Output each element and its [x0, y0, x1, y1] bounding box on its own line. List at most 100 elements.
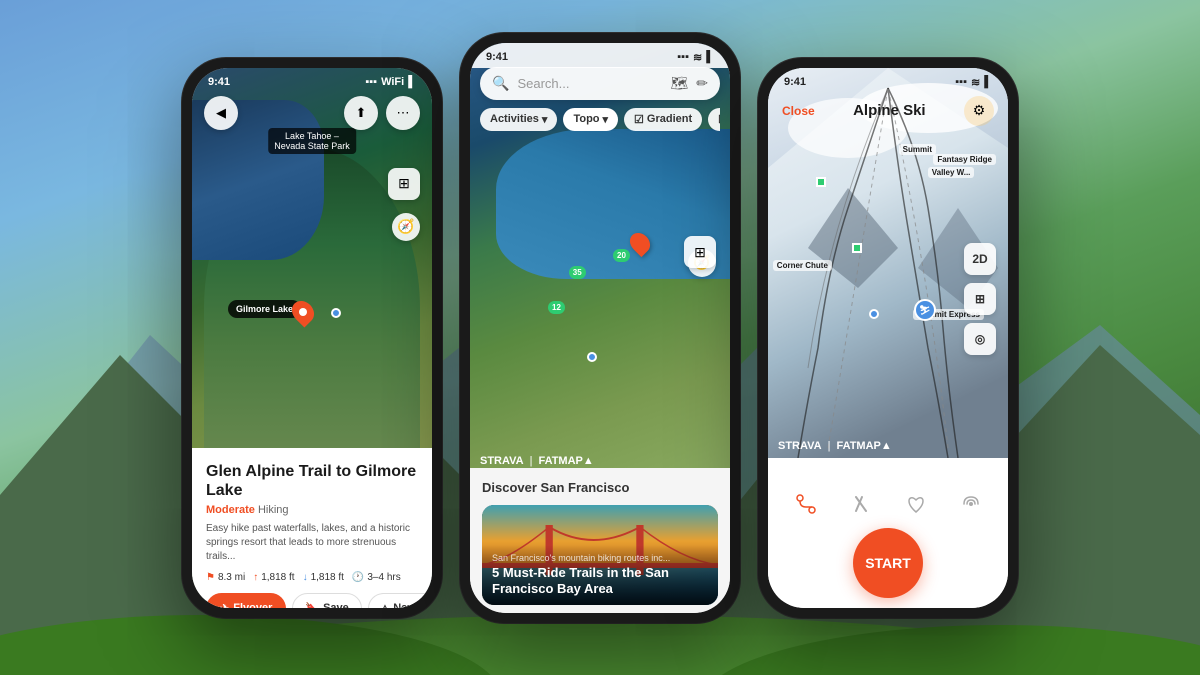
search-icon: 🔍 — [492, 75, 509, 92]
gradient-check-icon: ☑ — [634, 113, 644, 126]
phone-left: 9:41 ▪▪▪ WiFi ▌ ◀ ⬆ ⋯ — [182, 58, 442, 618]
time-center: 9:41 — [486, 51, 508, 63]
discover-title: Discover San Francisco — [482, 480, 718, 495]
trail-dot-left — [331, 308, 341, 318]
ski-area-marker: ⛷ — [914, 299, 936, 321]
activities-label: Activities — [490, 113, 539, 125]
trail-type: Moderate Hiking — [206, 504, 418, 516]
discover-panel: Discover San Francisco — [470, 468, 730, 613]
ski-label-summit: Summit — [899, 144, 936, 155]
battery-center: ▌ — [706, 51, 714, 63]
trail-difficulty: Moderate — [206, 504, 255, 516]
phone-center: 9:41 ▪▪▪ ≋ ▌ 🔍 Search... 🗺 ✏ — [460, 33, 740, 623]
trail-description: Easy hike past waterfalls, lakes, and a … — [206, 522, 418, 564]
start-button[interactable]: START — [853, 528, 923, 598]
search-bar[interactable]: 🔍 Search... 🗺 ✏ — [480, 67, 720, 100]
back-button-left[interactable]: ◀ — [204, 96, 238, 130]
ski-dot-2 — [852, 243, 862, 253]
elevation-up-value: 1,818 ft — [261, 572, 294, 583]
tab-route[interactable] — [792, 490, 820, 518]
status-bar-left: 9:41 ▪▪▪ WiFi ▌ — [192, 68, 432, 92]
save-button[interactable]: 🔖 Save — [292, 593, 361, 608]
phones-container: 9:41 ▪▪▪ WiFi ▌ ◀ ⬆ ⋯ — [0, 0, 1200, 675]
lifts-check-icon: ☑ — [718, 113, 720, 126]
chevron-down-icon: ▾ — [542, 113, 548, 126]
tab-ski[interactable] — [847, 490, 875, 518]
layers-button-center[interactable]: ⊞ — [684, 236, 716, 268]
time-right: 9:41 — [784, 76, 806, 88]
map-icon: 🗺 — [670, 75, 688, 92]
filter-gradient[interactable]: ☑ Gradient — [624, 108, 702, 131]
filter-topo[interactable]: Topo ▾ — [563, 108, 618, 131]
flyover-button[interactable]: ✈ Flyover — [206, 593, 286, 608]
compass-left[interactable]: 🧭 — [392, 213, 420, 241]
ski-dot-blue — [869, 309, 879, 319]
strava-text-center: STRAVA — [480, 455, 524, 467]
strava-logo-right: STRAVA | FATMAP▲ — [778, 440, 892, 452]
more-button[interactable]: ⋯ — [386, 96, 420, 130]
stat-time: 🕐 3–4 hrs — [352, 572, 401, 583]
trail-info-panel: Glen Alpine Trail to Gilmore Lake Modera… — [192, 448, 432, 608]
pin-green-3: 12 — [548, 301, 565, 314]
signal-center: ▪▪▪ — [677, 51, 689, 63]
filter-row: Activities ▾ Topo ▾ ☑ Gradient ☑ — [480, 108, 720, 131]
location-button-right[interactable]: ◎ — [964, 323, 996, 355]
elevation-down-value: 1,818 ft — [311, 572, 344, 583]
tab-favorites[interactable] — [902, 490, 930, 518]
time-value: 3–4 hrs — [367, 572, 400, 583]
home-indicator-left — [282, 612, 342, 616]
map-label: Lake Tahoe – Nevada State Park — [268, 128, 356, 154]
trail-title: Glen Alpine Trail to Gilmore Lake — [206, 462, 418, 500]
trail-stats: ⚑ 8.3 mi ↑ 1,818 ft ↓ 1,818 ft 🕐 3–4 hrs — [206, 572, 418, 583]
search-input[interactable]: Search... — [517, 76, 662, 91]
filter-lifts[interactable]: ☑ Li... — [708, 108, 720, 131]
pin-green-1: 35 — [569, 266, 586, 279]
battery-left: ▌ — [408, 76, 416, 88]
strava-text-right: STRAVA — [778, 440, 822, 452]
phone-right: 9:41 ▪▪▪ ≋ ▌ Close Alpine Ski ⚙ — [758, 58, 1018, 618]
battery-right: ▌ — [984, 76, 992, 88]
start-button-row: START — [768, 528, 1008, 602]
down-arrow-icon: ↓ — [303, 572, 308, 583]
map-right: 9:41 ▪▪▪ ≋ ▌ Close Alpine Ski ⚙ — [768, 68, 1008, 458]
tab-signal[interactable] — [957, 490, 985, 518]
gradient-label: Gradient — [647, 113, 692, 125]
heart-icon — [905, 493, 927, 515]
phone-right-inner: 9:41 ▪▪▪ ≋ ▌ Close Alpine Ski ⚙ — [768, 68, 1008, 608]
stat-distance: ⚑ 8.3 mi — [206, 572, 245, 583]
bookmark-icon: 🔖 — [305, 602, 319, 608]
settings-button[interactable]: ⚙ — [964, 96, 994, 126]
distance-value: 8.3 mi — [218, 572, 245, 583]
ski-header: Close Alpine Ski ⚙ — [768, 96, 1008, 126]
layers-button-left[interactable]: ⊞ — [388, 168, 420, 200]
navigate-icon: △ — [381, 602, 389, 608]
status-bar-center: 9:41 ▪▪▪ ≋ ▌ — [470, 43, 730, 68]
clock-icon: 🕐 — [352, 572, 364, 583]
wifi-right: ≋ — [971, 76, 980, 89]
topo-chevron-icon: ▾ — [603, 113, 609, 126]
gear-icon: ⚙ — [973, 102, 986, 119]
close-button[interactable]: Close — [782, 104, 815, 118]
wifi-left: WiFi — [381, 76, 404, 88]
status-icons-right: ▪▪▪ ≋ ▌ — [955, 76, 992, 89]
hike-icon: ⚑ — [206, 572, 215, 583]
discover-city-name: San Francisco — [541, 480, 630, 495]
up-arrow-icon: ↑ — [253, 572, 258, 583]
share-button[interactable]: ⬆ — [344, 96, 378, 130]
status-bar-right: 9:41 ▪▪▪ ≋ ▌ — [768, 68, 1008, 93]
card-title: 5 Must-Ride Trails in the San Francisco … — [492, 565, 708, 596]
navigate-button[interactable]: △ Navigate — [368, 593, 432, 608]
strava-logo-center: STRAVA | FATMAP▲ — [480, 455, 594, 467]
trail-bubble-left: Gilmore Lake — [228, 300, 301, 318]
search-header: 🔍 Search... 🗺 ✏ Activities ▾ Topo ▾ — [470, 67, 730, 131]
ski-title: Alpine Ski — [853, 102, 926, 119]
2d-button[interactable]: 2D — [964, 243, 996, 275]
ski-label-corner: Corner Chute — [773, 260, 832, 271]
layers-button-right[interactable]: ⊞ — [964, 283, 996, 315]
stat-elevation-down: ↓ 1,818 ft — [303, 572, 344, 583]
discover-card[interactable]: San Francisco's mountain biking routes i… — [482, 505, 718, 605]
pencil-icon: ✏ — [696, 75, 708, 92]
ski-dot-1 — [816, 177, 826, 187]
route-icon — [795, 493, 817, 515]
filter-activities[interactable]: Activities ▾ — [480, 108, 557, 131]
